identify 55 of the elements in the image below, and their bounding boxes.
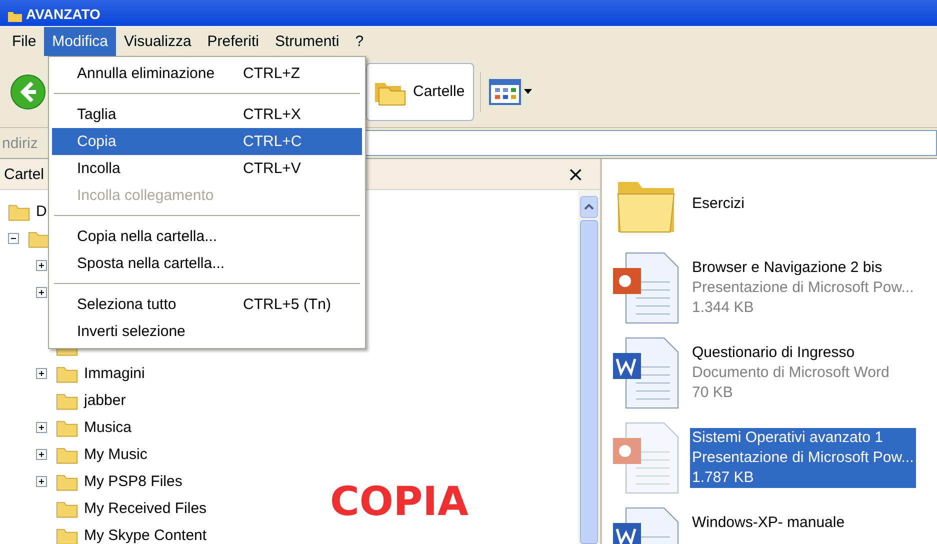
expander-box[interactable] <box>36 287 50 298</box>
menu-item[interactable]: Incolla CTRL+V <box>52 155 362 182</box>
menu-bar-item[interactable]: Visualizza <box>116 27 200 56</box>
folder-icon <box>8 10 22 22</box>
menu-bar-item[interactable]: Preferiti <box>199 27 267 56</box>
chevron-up-icon <box>584 204 594 210</box>
expander-box[interactable] <box>36 476 50 487</box>
expander-box[interactable] <box>36 260 50 271</box>
folders-button[interactable]: Cartelle <box>366 62 474 120</box>
views-button[interactable] <box>487 76 534 106</box>
pane-title: Cartel <box>4 166 44 182</box>
file-type: Presentazione di Microsoft Pow... <box>692 448 914 468</box>
menu-bar-item[interactable]: Strumenti <box>266 27 348 56</box>
scrollbar[interactable] <box>578 190 600 544</box>
file-name: Sistemi Operativi avanzato 1 <box>692 428 884 448</box>
menu-bar-item[interactable]: Modifica <box>44 27 116 56</box>
menu-bar-item[interactable]: File <box>4 27 44 56</box>
close-button[interactable]: × <box>563 162 588 186</box>
tree-item[interactable]: Immagini <box>84 365 145 382</box>
tree-item[interactable]: My PSP8 Files <box>84 473 182 490</box>
file-tile[interactable]: Questionario di Ingresso Documento di Microsoft Word 70 KB <box>610 337 937 410</box>
caption-text: COPIA <box>330 479 469 525</box>
file-name: Windows-XP- manuale <box>692 513 845 533</box>
tree-item[interactable]: My Music <box>84 446 148 463</box>
file-type: Presentazione di Microsoft Pow... <box>692 278 914 298</box>
file-tile[interactable]: Esercizi <box>610 167 937 240</box>
file-tile[interactable]: Browser e Navigazione 2 bis Presentazione di Microsoft Pow... 1.344 KB <box>610 252 937 325</box>
expander-box[interactable] <box>36 368 50 379</box>
menu-item[interactable]: Inverti selezione <box>52 318 362 345</box>
expander-box[interactable] <box>36 422 50 433</box>
menu-item[interactable]: Copia nella cartella... <box>52 223 362 250</box>
address-label: ndiriz <box>1 134 38 152</box>
menu-bar-item[interactable]: ? <box>347 27 372 56</box>
menu-item[interactable]: Seleziona tutto CTRL+5 (Tn) <box>52 291 362 318</box>
expander-box[interactable] <box>36 449 50 460</box>
window-title: AVANZATO <box>26 6 100 22</box>
file-name: Questionario di Ingresso <box>692 343 856 363</box>
file-name: Browser e Navigazione 2 bis <box>692 258 884 278</box>
tree-item[interactable]: jabber <box>84 392 126 409</box>
menu-item[interactable]: Sposta nella cartella... <box>52 250 362 277</box>
menu-item[interactable]: Taglia CTRL+X <box>52 101 362 128</box>
menu-item[interactable]: Copia CTRL+C <box>52 128 362 155</box>
file-size: 1.344 KB <box>692 298 755 318</box>
file-tile[interactable]: Windows-XP- manuale <box>610 507 937 544</box>
tree-item[interactable]: My Received Files <box>84 500 207 517</box>
file-size: 70 KB <box>692 383 734 403</box>
tree-item[interactable]: Musica <box>84 419 132 436</box>
file-size: 1.787 KB <box>692 468 755 488</box>
caret-icon <box>524 88 532 94</box>
menu-item[interactable]: Annulla eliminazione CTRL+Z <box>52 60 362 87</box>
file-name: Esercizi <box>692 194 745 214</box>
expander-box[interactable] <box>8 233 22 244</box>
tree-item[interactable]: My Skype Content <box>84 527 207 544</box>
tree-item[interactable]: D <box>36 203 47 220</box>
file-type: Documento di Microsoft Word <box>692 363 890 383</box>
